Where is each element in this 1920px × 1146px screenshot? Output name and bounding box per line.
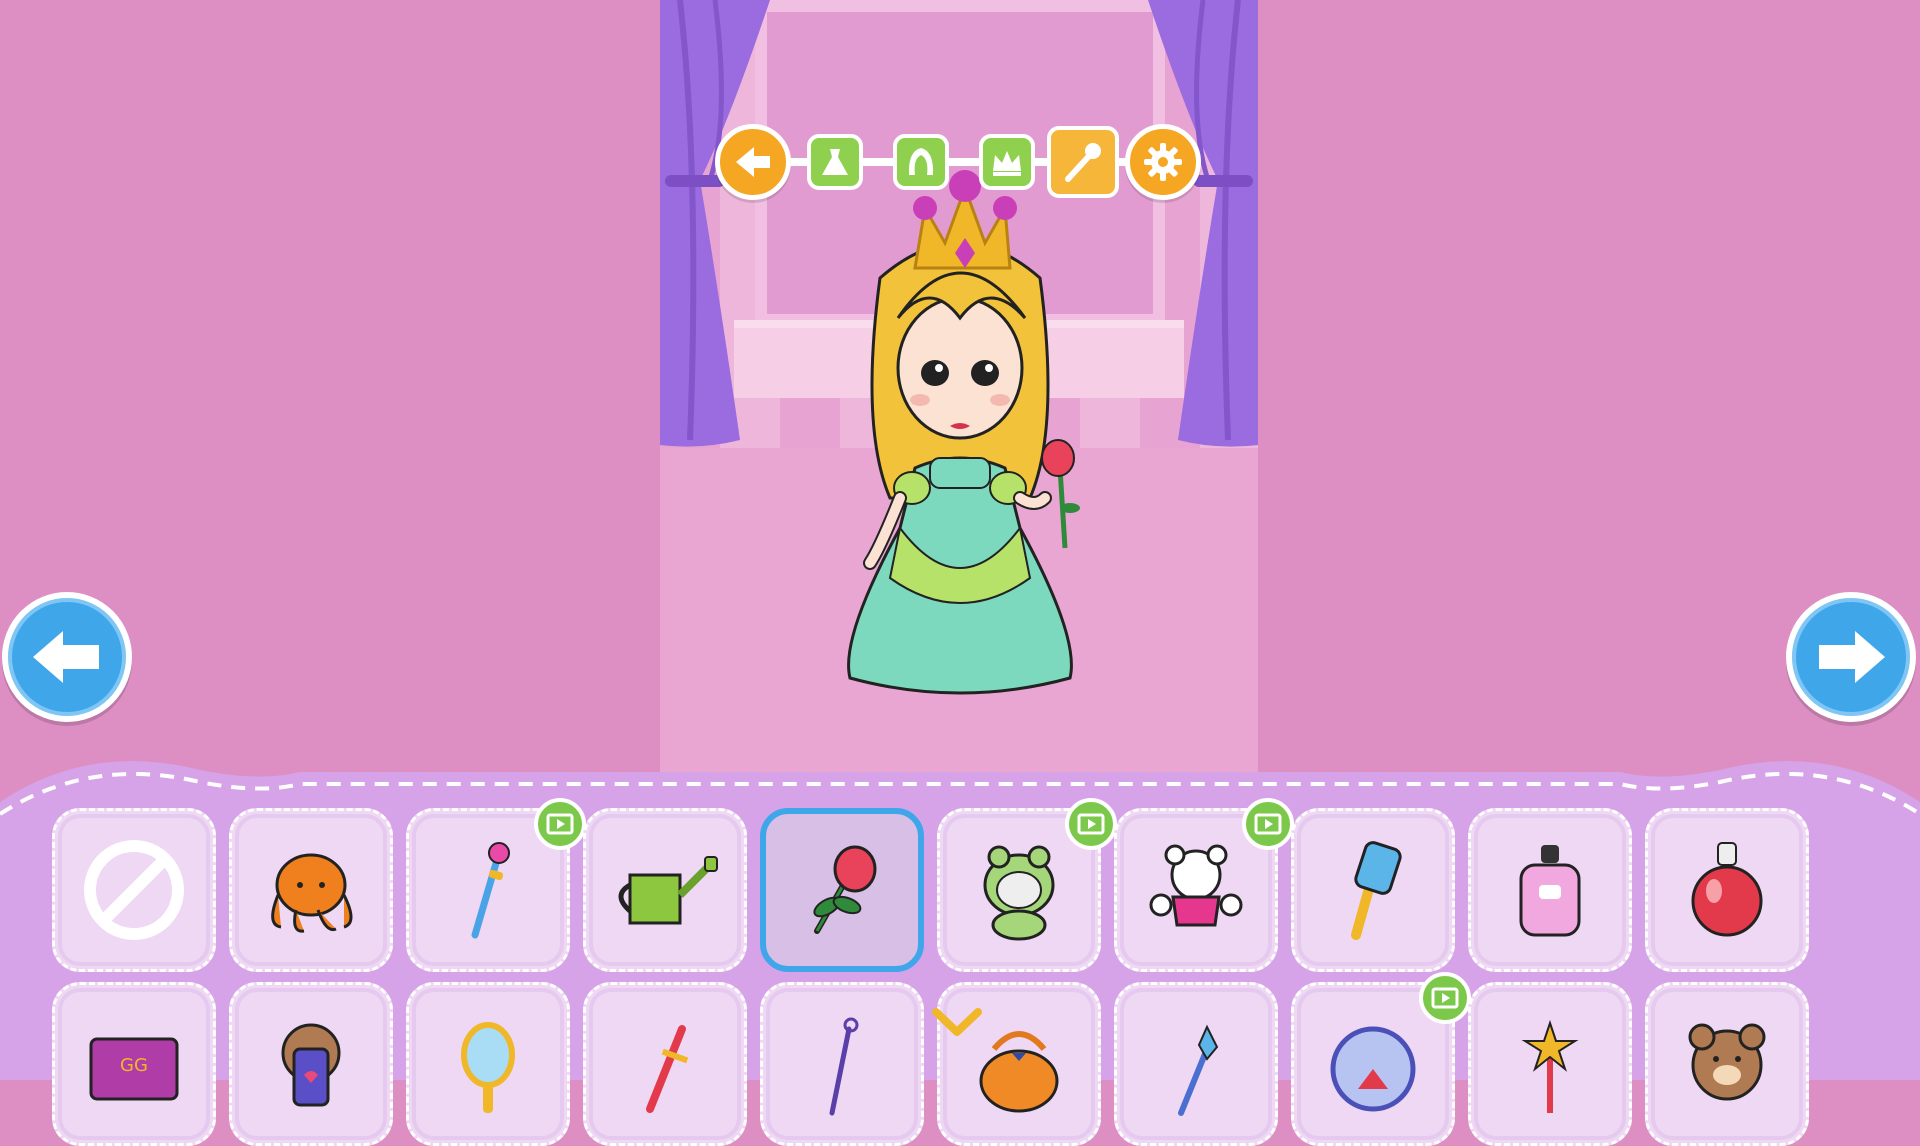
purse-icon: GG bbox=[89, 1037, 179, 1101]
perfume-pink-icon bbox=[1519, 845, 1581, 937]
sword-icon bbox=[646, 1025, 689, 1113]
item-slot-comb[interactable] bbox=[1291, 808, 1455, 972]
crown-icon bbox=[993, 151, 1021, 176]
brown-bear-icon bbox=[1688, 1023, 1766, 1101]
tab-dress[interactable] bbox=[807, 134, 863, 190]
video-icon bbox=[546, 813, 574, 835]
video-icon bbox=[1077, 813, 1105, 835]
video-ad-badge bbox=[1065, 798, 1117, 850]
right-arrow-icon bbox=[1819, 631, 1885, 683]
item-panel: GG bbox=[0, 742, 1920, 1146]
item-slot-none[interactable] bbox=[52, 808, 216, 972]
category-toolbar bbox=[715, 124, 1205, 200]
left-arrow-icon bbox=[33, 631, 99, 683]
snow-globe-icon bbox=[1330, 1026, 1416, 1112]
back-arrow-icon bbox=[736, 147, 770, 177]
frog-hood-cat-icon bbox=[983, 845, 1055, 941]
item-slot-watering-can[interactable] bbox=[583, 808, 747, 972]
check-icon bbox=[932, 1008, 982, 1036]
bear-phone-icon bbox=[281, 1023, 341, 1107]
gear-icon bbox=[1144, 143, 1182, 181]
comb-icon bbox=[1351, 841, 1402, 940]
item-slot-perfume-pink[interactable] bbox=[1468, 808, 1632, 972]
curtain-left bbox=[660, 0, 770, 447]
tab-crown[interactable] bbox=[979, 134, 1035, 190]
item-slot-crystal-wand[interactable] bbox=[1114, 982, 1278, 1146]
item-slot-bear-phone[interactable] bbox=[229, 982, 393, 1146]
item-slot-purse[interactable]: GG bbox=[52, 982, 216, 1146]
item-slot-sword[interactable] bbox=[583, 982, 747, 1146]
rose-icon bbox=[813, 845, 877, 934]
staff-icon bbox=[829, 1017, 859, 1116]
item-slot-perfume-red[interactable] bbox=[1645, 808, 1809, 972]
perfume-red-icon bbox=[1691, 842, 1763, 937]
item-slot-brown-bear[interactable] bbox=[1645, 982, 1809, 1146]
video-ad-badge bbox=[534, 798, 586, 850]
tab-accessory[interactable] bbox=[1047, 126, 1119, 198]
video-ad-badge bbox=[1419, 972, 1471, 1024]
back-button[interactable] bbox=[715, 124, 791, 200]
previous-button[interactable] bbox=[2, 592, 132, 722]
hand-mirror-icon bbox=[461, 1022, 515, 1113]
star-wand-icon bbox=[1521, 1019, 1579, 1113]
crystal-wand-icon bbox=[1178, 1024, 1219, 1116]
next-button[interactable] bbox=[1786, 592, 1916, 722]
video-icon bbox=[1254, 813, 1282, 835]
watering-can-icon bbox=[618, 856, 718, 925]
magic-wand-icon bbox=[471, 842, 510, 939]
item-slot-hand-mirror[interactable] bbox=[406, 982, 570, 1146]
svg-text:GG: GG bbox=[120, 1055, 148, 1076]
dress-icon bbox=[822, 149, 848, 175]
curtain-right bbox=[1148, 0, 1258, 447]
teddy-bear-white-icon bbox=[1149, 844, 1243, 927]
item-slot-staff[interactable] bbox=[760, 982, 924, 1146]
octopus-plush-icon bbox=[271, 853, 353, 933]
princess-character bbox=[847, 170, 1080, 695]
settings-button[interactable] bbox=[1125, 124, 1201, 200]
item-slot-octopus[interactable] bbox=[229, 808, 393, 972]
wand-icon bbox=[1065, 143, 1101, 182]
tab-hair[interactable] bbox=[893, 134, 949, 190]
video-ad-badge bbox=[1242, 798, 1294, 850]
none-icon bbox=[84, 840, 184, 940]
hair-icon bbox=[908, 148, 934, 175]
item-slot-star-wand[interactable] bbox=[1468, 982, 1632, 1146]
video-icon bbox=[1431, 987, 1459, 1009]
item-slot-rose[interactable] bbox=[760, 808, 924, 972]
